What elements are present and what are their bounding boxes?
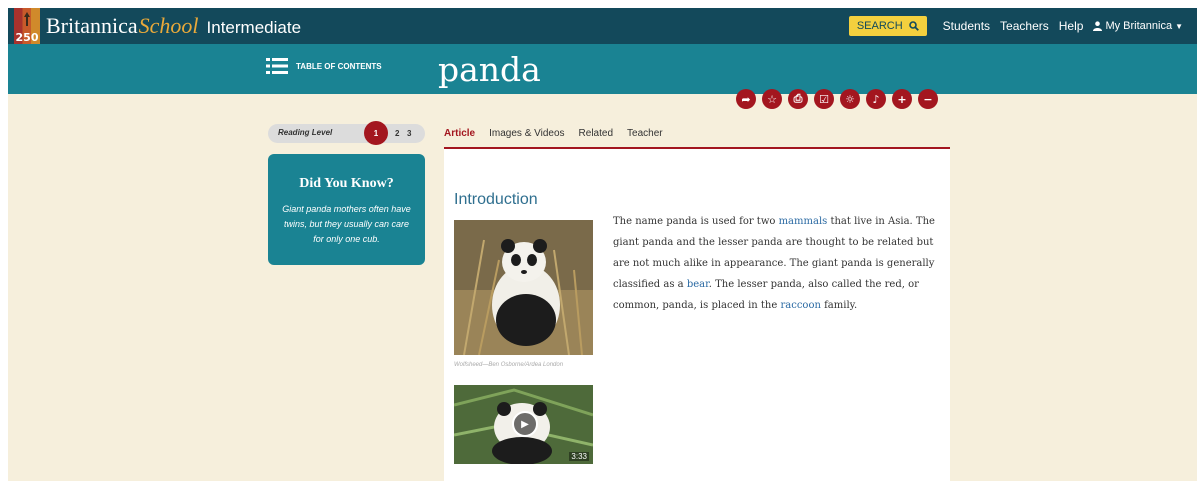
list-icon: [266, 58, 288, 74]
panda-video[interactable]: ▶ 3:33: [454, 385, 593, 464]
table-of-contents-button[interactable]: TABLE OF CONTENTS: [266, 58, 382, 74]
play-icon[interactable]: ▶: [512, 411, 538, 437]
students-link[interactable]: Students: [943, 19, 990, 33]
tab-related[interactable]: Related: [579, 128, 613, 147]
section-heading: Introduction: [454, 191, 538, 208]
checkbox-icon[interactable]: ☑: [814, 89, 834, 109]
user-icon: [1093, 21, 1103, 31]
brand-level: Intermediate: [206, 18, 302, 37]
brand-name[interactable]: Britannica School Intermediate: [46, 13, 301, 39]
brand-britannica: Britannica: [46, 13, 138, 38]
video-duration: 3:33: [569, 452, 589, 461]
article-paragraph: The name panda is used for two mammals t…: [613, 211, 938, 316]
reading-level-selector: Reading Level 1 2 3: [268, 121, 425, 145]
search-button[interactable]: SEARCH: [848, 16, 927, 36]
toc-label: TABLE OF CONTENTS: [296, 61, 382, 71]
print-icon[interactable]: ⎙: [788, 89, 808, 109]
audio-icon[interactable]: ♪: [866, 89, 886, 109]
share-icon[interactable]: ➦: [736, 89, 756, 109]
top-nav: SEARCH Students Teachers Help My Britann…: [848, 16, 1197, 36]
tab-teacher[interactable]: Teacher: [627, 128, 663, 147]
did-you-know-box: Did You Know? Giant panda mothers often …: [268, 154, 425, 265]
star-icon[interactable]: ☆: [762, 89, 782, 109]
article-tools: ➦ ☆ ⎙ ☑ ☼ ♪ + −: [736, 89, 938, 109]
search-label: SEARCH: [856, 20, 903, 32]
search-icon: [908, 21, 919, 31]
tab-images-videos[interactable]: Images & Videos: [489, 128, 564, 147]
reading-level-2[interactable]: 2: [395, 129, 399, 138]
photo-credit: Wolfsheed—Ben Osborne/Ardea London: [454, 362, 564, 368]
did-you-know-text: Giant panda mothers often have twins, bu…: [282, 204, 411, 244]
my-britannica-menu[interactable]: My Britannica ▼: [1093, 20, 1183, 32]
frame-top: [0, 0, 1203, 8]
article-body: Introduction Wolfsheed—Ben Osborne/Ardea…: [444, 149, 950, 481]
reading-level-label: Reading Level: [278, 128, 333, 137]
title-band: TABLE OF CONTENTS panda: [8, 44, 1197, 94]
caret-down-icon: ▼: [1175, 21, 1183, 31]
globe-icon[interactable]: ☼: [840, 89, 860, 109]
reading-level-3[interactable]: 3: [407, 129, 411, 138]
panda-photo[interactable]: [454, 220, 593, 355]
frame-left: [0, 0, 8, 481]
logo-number: 250: [15, 31, 39, 44]
article-tabs: Article Images & Videos Related Teacher: [444, 128, 950, 149]
did-you-know-title: Did You Know?: [299, 176, 394, 191]
text-part: family.: [820, 300, 858, 311]
top-bar: 250 Britannica School Intermediate SEARC…: [8, 8, 1197, 44]
mammals-link[interactable]: mammals: [779, 216, 828, 227]
help-link[interactable]: Help: [1059, 19, 1084, 33]
bear-link[interactable]: bear: [687, 279, 709, 290]
teachers-link[interactable]: Teachers: [1000, 19, 1049, 33]
brand-school: School: [138, 13, 199, 38]
reading-level-1[interactable]: 1: [364, 121, 388, 145]
zoom-out-icon[interactable]: −: [918, 89, 938, 109]
panda-photo-image: [454, 220, 593, 355]
text-part: The name panda is used for two: [613, 216, 779, 227]
raccoon-link[interactable]: raccoon: [780, 300, 820, 311]
page-title: panda: [438, 50, 541, 89]
my-britannica-label: My Britannica: [1105, 20, 1173, 32]
thistle-icon: [24, 12, 30, 26]
britannica-250-logo[interactable]: 250: [14, 8, 40, 44]
frame-right: [1197, 0, 1203, 481]
zoom-in-icon[interactable]: +: [892, 89, 912, 109]
tab-article[interactable]: Article: [444, 128, 475, 147]
